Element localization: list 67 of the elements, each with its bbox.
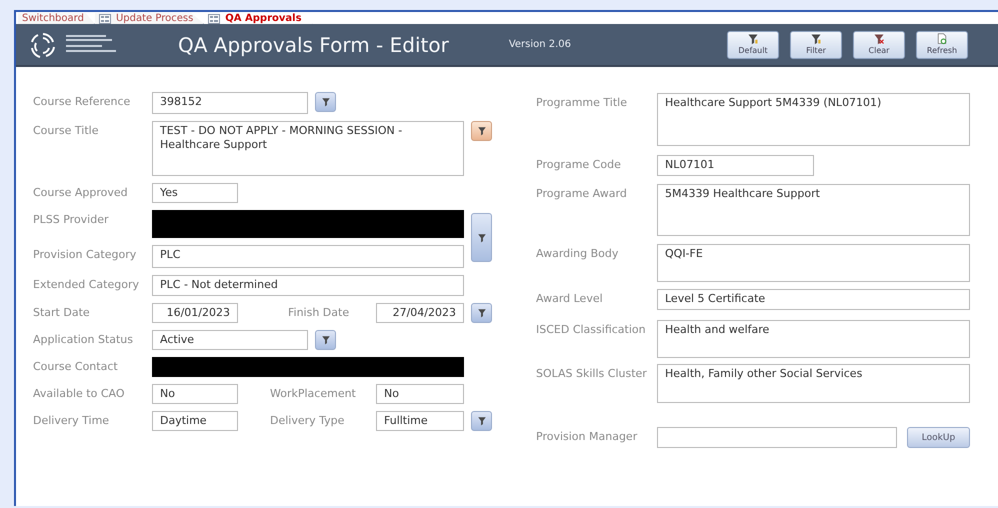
field-label: Start Date — [33, 305, 91, 321]
filter-button[interactable] — [471, 411, 492, 431]
filter-button[interactable] — [471, 213, 492, 262]
text-field[interactable]: 398152 — [152, 92, 308, 114]
filter-icon — [320, 97, 330, 107]
filter-icon — [476, 416, 486, 426]
text-field[interactable]: 5M4339 Healthcare Support — [657, 184, 970, 236]
filter-icon — [476, 126, 486, 136]
text-field[interactable]: 27/04/2023 — [376, 303, 464, 323]
clear-filter-icon — [872, 32, 886, 44]
form-title: QA Approvals Form - Editor — [178, 32, 449, 56]
toolbar-button[interactable]: Clear — [853, 30, 905, 58]
lookup-button[interactable]: LookUp — [907, 427, 970, 448]
text-field[interactable]: No — [152, 384, 238, 404]
filter-button[interactable] — [471, 121, 492, 141]
field-label: SOLAS Skills Cluster — [536, 366, 648, 380]
field-label: Extended Category — [33, 277, 140, 293]
filter-icon — [809, 32, 823, 44]
field-label: PLSS Provider — [33, 212, 110, 228]
filter-button[interactable] — [315, 330, 336, 350]
field-label: Course Reference — [33, 94, 132, 110]
field-label: Delivery Time — [33, 413, 110, 429]
text-field[interactable]: NL07101 — [657, 155, 814, 176]
text-field[interactable] — [657, 427, 897, 448]
filter-icon — [746, 32, 760, 44]
field-label: Awarding Body — [536, 246, 620, 260]
tab[interactable]: Update Process — [94, 13, 204, 24]
field-label: Programe Code — [536, 157, 622, 171]
filter-button[interactable] — [315, 92, 336, 112]
text-field[interactable]: TEST - DO NOT APPLY - MORNING SESSION - Healthcare Support — [152, 121, 464, 176]
refresh-icon — [935, 32, 949, 44]
text-field[interactable]: Level 5 Certificate — [657, 289, 970, 310]
field-label: ISCED Classification — [536, 322, 647, 336]
version-label: Version 2.06 — [508, 39, 572, 50]
text-field[interactable]: PLC - Not determined — [152, 275, 464, 296]
text-field[interactable]: Health, Family other Social Services — [657, 364, 970, 403]
field-label: Application Status — [33, 332, 134, 348]
field-label: Provision Manager — [536, 429, 638, 443]
text-field[interactable]: Yes — [152, 183, 238, 203]
text-field[interactable]: Fulltime — [376, 411, 464, 431]
text-field[interactable]: QQI-FE — [657, 244, 970, 282]
filter-icon — [476, 308, 486, 318]
text-field[interactable]: Daytime — [152, 411, 238, 431]
field-label: Delivery Type — [269, 413, 346, 429]
field-label: Course Approved — [33, 185, 129, 201]
filter-button[interactable] — [471, 303, 492, 323]
field-label: WorkPlacement — [269, 386, 357, 402]
filter-icon — [476, 232, 486, 242]
field-label: Programe Award — [536, 186, 628, 200]
field-label: Programme Title — [536, 95, 628, 109]
tab[interactable]: Switchboard — [18, 13, 95, 24]
field-label: Provision Category — [33, 247, 138, 263]
text-field[interactable]: Health and welfare — [657, 320, 970, 358]
field-label: Course Title — [33, 123, 100, 139]
toolbar-button[interactable]: Default — [727, 30, 779, 58]
text-field[interactable]: 16/01/2023 — [152, 303, 238, 323]
toolbar-button[interactable]: Refresh — [916, 30, 968, 58]
field-label: Course Contact — [33, 359, 119, 375]
text-field[interactable]: PLC — [152, 245, 464, 268]
filter-icon — [320, 335, 330, 345]
toolbar-button[interactable]: Filter — [790, 30, 842, 58]
field-label: Available to CAO — [33, 386, 126, 402]
text-field[interactable]: Active — [152, 330, 308, 350]
field-label: Finish Date — [287, 305, 350, 321]
field-label: Award Level — [536, 291, 604, 305]
text-field[interactable]: No — [376, 384, 464, 404]
text-field[interactable]: Healthcare Support 5M4339 (NL07101) — [657, 93, 970, 146]
